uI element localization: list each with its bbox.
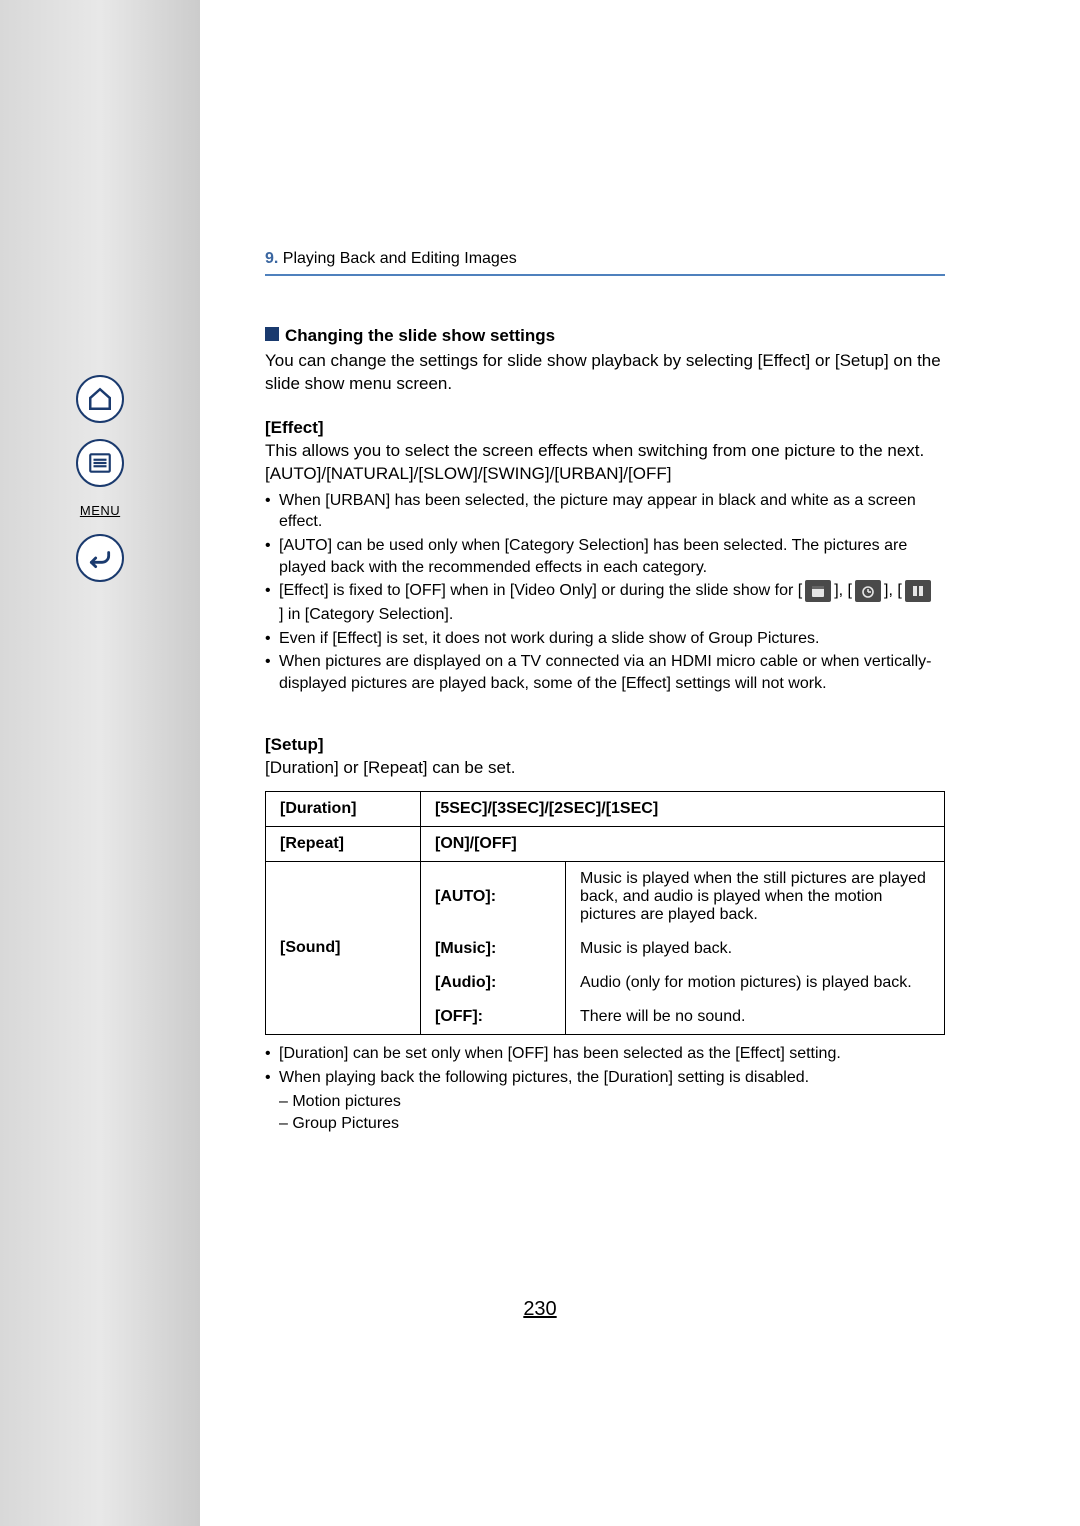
sound-option: [Music]: (421, 932, 566, 966)
table-row: [Repeat] [ON]/[OFF] (266, 827, 945, 862)
dash-item: – Group Pictures (279, 1113, 945, 1135)
effect-bullets: When [URBAN] has been selected, the pict… (265, 490, 945, 695)
setup-footnotes: [Duration] can be set only when [OFF] ha… (265, 1043, 945, 1088)
section-heading: Changing the slide show settings (265, 326, 945, 346)
timelapse-icon (855, 580, 881, 602)
effect-bullet: [AUTO] can be used only when [Category S… (265, 535, 945, 578)
footnote: [Duration] can be set only when [OFF] ha… (265, 1043, 945, 1065)
setup-table: [Duration] [5SEC]/[3SEC]/[2SEC]/[1SEC] [… (265, 791, 945, 1035)
setup-intro: [Duration] or [Repeat] can be set. (265, 757, 945, 780)
sound-label: [Sound] (266, 862, 421, 1035)
section-intro: You can change the settings for slide sh… (265, 350, 945, 396)
page-number: 230 (0, 1298, 1080, 1321)
sound-desc: There will be no sound. (566, 1000, 945, 1035)
sound-desc: Audio (only for motion pictures) is play… (566, 966, 945, 1000)
list-icon[interactable] (76, 439, 124, 487)
sound-option: [OFF]: (421, 1000, 566, 1035)
square-bullet-icon (265, 327, 279, 341)
repeat-label: [Repeat] (266, 827, 421, 862)
effect-options: [AUTO]/[NATURAL]/[SLOW]/[SWING]/[URBAN]/… (265, 463, 945, 486)
effect-heading: [Effect] (265, 418, 945, 438)
sound-desc: Music is played when the still pictures … (566, 862, 945, 933)
document-page: MENU 9. Playing Back and Editing Images … (0, 0, 1080, 1526)
repeat-value: [ON]/[OFF] (421, 827, 945, 862)
table-row: [Sound] [AUTO]: Music is played when the… (266, 862, 945, 933)
setup-heading: [Setup] (265, 735, 945, 755)
menu-button[interactable]: MENU (80, 503, 120, 518)
duration-value: [5SEC]/[3SEC]/[2SEC]/[1SEC] (421, 792, 945, 827)
sound-option: [AUTO]: (421, 862, 566, 933)
breadcrumb-number: 9. (265, 250, 278, 267)
dash-item: – Motion pictures (279, 1091, 945, 1113)
effect-bullet-with-icons: [Effect] is fixed to [OFF] when in [Vide… (265, 580, 945, 626)
effect-bullet: When pictures are displayed on a TV conn… (265, 651, 945, 694)
duration-label: [Duration] (266, 792, 421, 827)
footnote: When playing back the following pictures… (265, 1067, 945, 1089)
sound-option: [Audio]: (421, 966, 566, 1000)
calendar-icon (805, 580, 831, 602)
effect-desc: This allows you to select the screen eff… (265, 440, 945, 463)
sound-desc: Music is played back. (566, 932, 945, 966)
effect-bullet: Even if [Effect] is set, it does not wor… (265, 628, 945, 650)
breadcrumb-title: Playing Back and Editing Images (283, 250, 517, 267)
breadcrumb: 9. Playing Back and Editing Images (265, 250, 945, 276)
table-row: [Duration] [5SEC]/[3SEC]/[2SEC]/[1SEC] (266, 792, 945, 827)
effect-bullet: When [URBAN] has been selected, the pict… (265, 490, 945, 533)
back-icon[interactable] (76, 534, 124, 582)
stopmotion-icon (905, 580, 931, 602)
main-content: 9. Playing Back and Editing Images Chang… (200, 0, 1080, 1195)
home-icon[interactable] (76, 375, 124, 423)
